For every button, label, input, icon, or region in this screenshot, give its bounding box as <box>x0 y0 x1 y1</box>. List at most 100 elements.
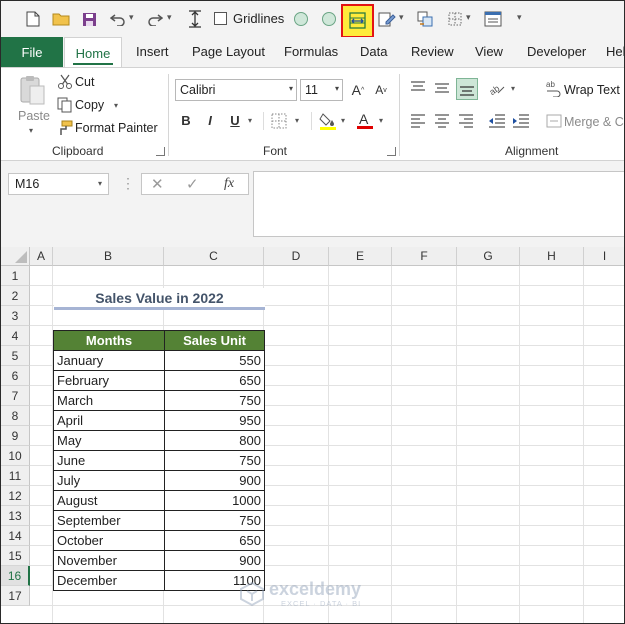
row-header[interactable]: 15 <box>1 546 30 566</box>
column-header[interactable]: A <box>30 247 53 266</box>
orientation-dropdown-icon[interactable]: ▾ <box>511 84 515 93</box>
align-left-icon[interactable] <box>410 113 426 132</box>
cut-button[interactable]: Cut <box>75 75 94 89</box>
row-header[interactable]: 17 <box>1 586 30 606</box>
merge-center-icon[interactable] <box>546 113 562 132</box>
column-header[interactable]: B <box>53 247 164 266</box>
fill-color-dropdown-icon[interactable]: ▾ <box>341 116 345 125</box>
tab-developer[interactable]: Developer <box>527 44 586 59</box>
format-painter-button[interactable]: Format Painter <box>75 121 158 135</box>
wrap-text-button[interactable]: Wrap Text <box>564 83 620 97</box>
bottom-align-button[interactable] <box>456 78 478 100</box>
month-cell[interactable]: September <box>53 510 165 531</box>
align-right-icon[interactable] <box>458 113 474 132</box>
row-header[interactable]: 2 <box>1 286 30 306</box>
month-cell[interactable]: October <box>53 530 165 551</box>
sales-unit-cell[interactable]: 900 <box>164 550 265 571</box>
cut-icon[interactable] <box>57 74 73 93</box>
column-header[interactable]: D <box>264 247 329 266</box>
undo-icon[interactable] <box>108 9 128 29</box>
autofit-column-width-button[interactable] <box>341 4 374 38</box>
column-header[interactable]: C <box>164 247 264 266</box>
month-cell[interactable]: November <box>53 550 165 571</box>
sales-unit-cell[interactable]: 750 <box>164 450 265 471</box>
merge-center-button[interactable]: Merge & Center <box>564 115 624 129</box>
tab-view[interactable]: View <box>475 44 503 59</box>
autofit-height-icon[interactable] <box>185 9 205 29</box>
format-dropdown-icon[interactable]: ▾ <box>399 12 404 23</box>
orientation-icon[interactable]: ab <box>487 79 506 100</box>
decrease-font-size-icon[interactable]: Av <box>372 81 390 99</box>
row-header[interactable]: 3 <box>1 306 30 326</box>
middle-align-icon[interactable] <box>434 80 450 99</box>
paste-icon[interactable] <box>18 74 46 109</box>
tab-data[interactable]: Data <box>360 44 387 59</box>
italic-button[interactable]: I <box>201 111 219 129</box>
column-header[interactable]: E <box>329 247 392 266</box>
sales-unit-cell[interactable]: 1000 <box>164 490 265 511</box>
increase-font-size-icon[interactable]: A ^ <box>349 81 367 99</box>
font-size-select[interactable]: 11 ▾ <box>300 79 343 101</box>
decrease-indent-icon[interactable] <box>488 113 506 132</box>
row-header[interactable]: 9 <box>1 426 30 446</box>
borders-icon[interactable] <box>271 113 287 132</box>
copy-icon[interactable] <box>57 97 73 116</box>
circle-icon[interactable] <box>291 9 311 29</box>
borders-dropdown-icon[interactable]: ▾ <box>295 116 299 125</box>
row-header[interactable]: 1 <box>1 266 30 286</box>
row-header[interactable]: 16 <box>1 566 30 586</box>
enter-check-icon[interactable]: ✓ <box>186 175 199 193</box>
sales-unit-cell[interactable]: 800 <box>164 430 265 451</box>
save-icon[interactable] <box>79 9 99 29</box>
month-cell[interactable]: April <box>53 410 165 431</box>
column-header[interactable]: F <box>392 247 457 266</box>
row-header[interactable]: 4 <box>1 326 30 346</box>
month-cell[interactable]: February <box>53 370 165 391</box>
row-header[interactable]: 6 <box>1 366 30 386</box>
month-cell[interactable]: December <box>53 570 165 591</box>
font-color-dropdown-icon[interactable]: ▾ <box>379 116 383 125</box>
row-header[interactable]: 14 <box>1 526 30 546</box>
copy-dropdown-icon[interactable]: ▾ <box>114 101 118 110</box>
tab-file[interactable]: File <box>1 37 63 67</box>
gridlines-checkbox[interactable] <box>214 12 227 25</box>
sales-unit-cell[interactable]: 650 <box>164 370 265 391</box>
tab-page-layout[interactable]: Page Layout <box>192 44 265 59</box>
top-align-icon[interactable] <box>410 80 426 99</box>
customize-qat-icon[interactable]: ▾ <box>517 12 522 23</box>
bold-button[interactable]: B <box>177 111 195 129</box>
row-header[interactable]: 12 <box>1 486 30 506</box>
redo-dropdown-icon[interactable]: ▾ <box>167 12 172 23</box>
month-cell[interactable]: March <box>53 390 165 411</box>
compare-icon[interactable] <box>415 9 435 29</box>
row-header[interactable]: 13 <box>1 506 30 526</box>
underline-dropdown-icon[interactable]: ▾ <box>248 116 252 125</box>
tab-insert[interactable]: Insert <box>136 44 169 59</box>
sales-unit-cell[interactable]: 650 <box>164 530 265 551</box>
circle-icon[interactable] <box>319 9 339 29</box>
paste-label[interactable]: Paste <box>18 109 50 123</box>
format-painter-icon[interactable] <box>57 120 73 139</box>
font-color-icon[interactable]: A <box>356 110 374 134</box>
name-box[interactable]: M16 ▾ <box>8 173 109 195</box>
borders-icon[interactable] <box>445 9 465 29</box>
sales-unit-cell[interactable]: 900 <box>164 470 265 491</box>
sales-unit-cell[interactable]: 950 <box>164 410 265 431</box>
underline-button[interactable]: U <box>226 111 244 129</box>
open-folder-icon[interactable] <box>51 9 71 29</box>
tab-home[interactable]: Home <box>64 37 122 68</box>
tab-help[interactable]: Help <box>606 44 624 59</box>
sales-unit-cell[interactable]: 750 <box>164 510 265 531</box>
row-header[interactable]: 10 <box>1 446 30 466</box>
undo-dropdown-icon[interactable]: ▾ <box>129 12 134 23</box>
copy-button[interactable]: Copy <box>75 98 104 112</box>
month-cell[interactable]: June <box>53 450 165 471</box>
tab-review[interactable]: Review <box>411 44 454 59</box>
sales-unit-cell[interactable]: 750 <box>164 390 265 411</box>
wrap-text-icon[interactable]: ab <box>546 79 562 100</box>
form-icon[interactable] <box>483 9 503 29</box>
fill-color-icon[interactable] <box>319 111 337 134</box>
tab-formulas[interactable]: Formulas <box>284 44 338 59</box>
column-header[interactable]: H <box>520 247 584 266</box>
row-header[interactable]: 5 <box>1 346 30 366</box>
